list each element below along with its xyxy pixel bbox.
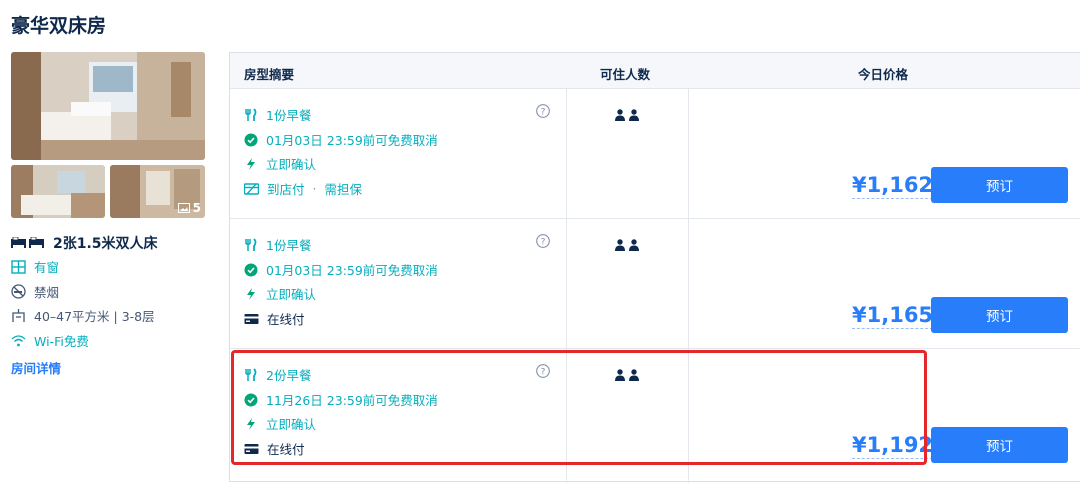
pay-at-hotel-icon	[244, 182, 259, 195]
room-thumbnail-1[interactable]	[11, 165, 105, 218]
check-circle-icon	[244, 263, 258, 276]
cancellation-info: 01月03日 23:59前可免费取消	[244, 260, 438, 279]
person-icon	[615, 109, 625, 121]
confirm-info: 立即确认	[244, 154, 316, 173]
utensils-icon	[245, 367, 257, 381]
info-icon[interactable]: ?	[536, 234, 550, 248]
feature-area: 40–47平方米 | 3-8层	[11, 306, 155, 325]
bed-info: 2张1.5米双人床	[11, 233, 158, 253]
table-header: 房型摘要 可住人数 今日价格	[230, 53, 1080, 89]
header-occupancy: 可住人数	[600, 67, 651, 82]
feature-wifi: Wi-Fi免费	[11, 331, 89, 350]
cancellation-info: 01月03日 23:59前可免费取消	[244, 130, 438, 149]
header-price: 今日价格	[858, 67, 909, 82]
person-icon	[629, 369, 639, 381]
price[interactable]: ¥1,162	[852, 173, 934, 199]
price[interactable]: ¥1,165	[852, 303, 934, 329]
lightning-icon	[247, 417, 255, 430]
room-thumbnail-2[interactable]: 5	[110, 165, 205, 218]
person-icon	[615, 239, 625, 251]
info-icon[interactable]: ?	[536, 364, 550, 378]
image-icon	[177, 203, 190, 213]
rate-plan-table: 房型摘要 可住人数 今日价格 1份早餐 01月03日 23:59前可免费取消 立…	[229, 52, 1080, 483]
room-main-photo[interactable]	[11, 52, 205, 160]
breakfast-info: 1份早餐	[244, 235, 311, 254]
book-button[interactable]: 预订	[931, 427, 1068, 463]
photo-count: 5	[177, 201, 201, 215]
check-circle-icon	[244, 133, 258, 146]
window-icon	[11, 259, 26, 274]
person-icon	[629, 239, 639, 251]
book-button[interactable]: 预订	[931, 167, 1068, 203]
rate-row: 1份早餐 01月03日 23:59前可免费取消 立即确认 到店付 · 需担保 ?…	[230, 89, 1080, 219]
area-icon	[12, 309, 25, 322]
room-details-link[interactable]: 房间详情	[11, 358, 61, 377]
bed-label: 2张1.5米双人床	[53, 236, 158, 252]
wifi-icon	[11, 334, 26, 346]
cancellation-info: 11月26日 23:59前可免费取消	[244, 390, 438, 409]
credit-card-icon	[244, 313, 259, 324]
feature-no-smoking: 禁烟	[11, 282, 59, 301]
bed-icon	[11, 237, 44, 248]
occupancy-2-persons	[615, 109, 639, 121]
lightning-icon	[247, 287, 255, 300]
svg-text:?: ?	[541, 368, 546, 378]
utensils-icon	[245, 237, 257, 251]
payment-info: 在线付	[244, 439, 305, 458]
rate-row: 1份早餐 01月03日 23:59前可免费取消 立即确认 在线付 ? ¥1,16…	[230, 219, 1080, 349]
rate-row: 2份早餐 11月26日 23:59前可免费取消 立即确认 在线付 ? ¥1,19…	[230, 349, 1080, 483]
confirm-info: 立即确认	[244, 284, 316, 303]
svg-text:?: ?	[541, 108, 546, 118]
info-icon[interactable]: ?	[536, 104, 550, 118]
svg-text:?: ?	[541, 238, 546, 248]
utensils-icon	[245, 107, 257, 121]
payment-info: 到店付 · 需担保	[244, 179, 362, 198]
credit-card-icon	[244, 443, 259, 454]
occupancy-2-persons	[615, 369, 639, 381]
payment-info: 在线付	[244, 309, 305, 328]
no-smoking-icon	[11, 284, 26, 299]
price[interactable]: ¥1,192	[852, 433, 934, 459]
check-circle-icon	[244, 393, 258, 406]
person-icon	[629, 109, 639, 121]
person-icon	[615, 369, 625, 381]
occupancy-2-persons	[615, 239, 639, 251]
room-title: 豪华双床房	[11, 15, 107, 37]
breakfast-info: 1份早餐	[244, 105, 311, 124]
breakfast-info: 2份早餐	[244, 365, 311, 384]
confirm-info: 立即确认	[244, 414, 316, 433]
lightning-icon	[247, 157, 255, 170]
book-button[interactable]: 预订	[931, 297, 1068, 333]
feature-window: 有窗	[11, 257, 59, 276]
header-summary: 房型摘要	[244, 67, 295, 82]
